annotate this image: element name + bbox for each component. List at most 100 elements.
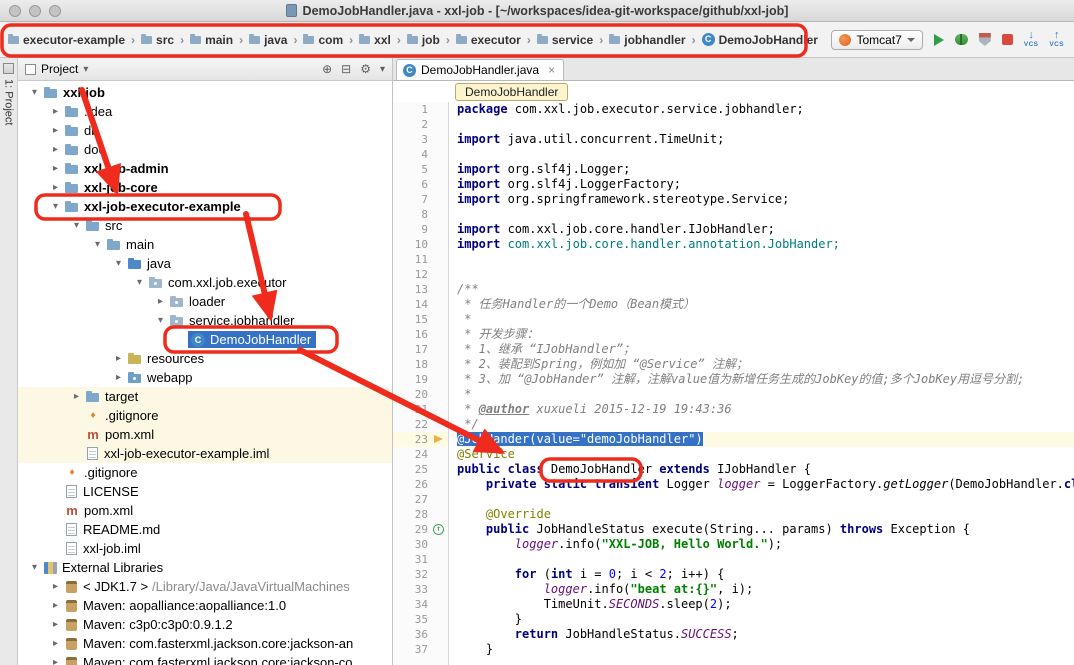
chevron-down-icon[interactable]: ▾	[380, 64, 385, 75]
code-line[interactable]: * @author xuxueli 2015-12-19 19:43:36	[457, 402, 1074, 417]
expand-arrow-icon[interactable]: ▾	[28, 87, 41, 98]
expand-arrow-icon[interactable]: ▸	[112, 372, 125, 383]
tree-row[interactable]: CDemoJobHandler	[18, 330, 392, 349]
expand-arrow-icon[interactable]: ▸	[154, 296, 167, 307]
code-line[interactable]: import com.xxl.job.core.handler.annotati…	[457, 237, 1074, 252]
structure-breadcrumb-chip[interactable]: DemoJobHandler	[455, 83, 568, 101]
code-line[interactable]: * 任务Handler的一个Demo（Bean模式）	[457, 297, 1074, 312]
breadcrumb-item[interactable]: service	[533, 31, 597, 49]
tree-row[interactable]: ▾src	[18, 216, 392, 235]
code-lines[interactable]: package com.xxl.job.executor.service.job…	[449, 102, 1074, 665]
code-line[interactable]: package com.xxl.job.executor.service.job…	[457, 102, 1074, 117]
bookmark-icon[interactable]	[434, 435, 443, 443]
code-line[interactable]: for (int i = 0; i < 2; i++) {	[457, 567, 1074, 582]
expand-arrow-icon[interactable]: ▾	[70, 220, 83, 231]
breadcrumb-item[interactable]: executor-example	[4, 31, 129, 49]
tree-row[interactable]: ▸Maven: com.fasterxml.jackson.core:jacks…	[18, 653, 392, 665]
code-line[interactable]	[457, 117, 1074, 132]
expand-arrow-icon[interactable]: ▸	[70, 391, 83, 402]
code-line[interactable]: import org.slf4j.LoggerFactory;	[457, 177, 1074, 192]
breadcrumb-item[interactable]: com	[299, 31, 347, 49]
tree-row[interactable]: mpom.xml	[18, 425, 392, 444]
code-line[interactable]	[457, 267, 1074, 282]
tree-row[interactable]: ▸< JDK1.7 > /Library/Java/JavaVirtualMac…	[18, 577, 392, 596]
code-line[interactable]	[457, 252, 1074, 267]
tree-row[interactable]: ♦.gitignore	[18, 463, 392, 482]
tree-row[interactable]: ▸.idea	[18, 102, 392, 121]
tree-row[interactable]: ▸db	[18, 121, 392, 140]
tree-row[interactable]: xxl-job-executor-example.iml	[18, 444, 392, 463]
expand-arrow-icon[interactable]: ▸	[49, 638, 62, 649]
close-window-button[interactable]	[9, 5, 21, 17]
expand-arrow-icon[interactable]: ▸	[49, 144, 62, 155]
code-line[interactable]: logger.info("beat at:{}", i);	[457, 582, 1074, 597]
code-line[interactable]: *	[457, 387, 1074, 402]
code-line[interactable]: @JobHander(value="demoJobHandler")	[457, 432, 1074, 447]
code-line[interactable]: public class DemoJobHandler extends IJob…	[457, 462, 1074, 477]
tree-row[interactable]: xxl-job.iml	[18, 539, 392, 558]
tree-row[interactable]: ♦.gitignore	[18, 406, 392, 425]
stop-button[interactable]	[1002, 34, 1013, 45]
expand-arrow-icon[interactable]: ▾	[154, 315, 167, 326]
expand-arrow-icon[interactable]: ▾	[133, 277, 146, 288]
code-line[interactable]: * 1、继承 “IJobHandler”；	[457, 342, 1074, 357]
breadcrumb-item[interactable]: src	[137, 31, 178, 49]
coverage-button[interactable]	[979, 33, 991, 46]
breadcrumb-item[interactable]: CDemoJobHandler	[698, 31, 822, 49]
chevron-down-icon[interactable]: ▾	[83, 64, 88, 75]
tree-row[interactable]: ▾xxl-job	[18, 83, 392, 102]
code-line[interactable]: public JobHandleStatus execute(String...…	[457, 522, 1074, 537]
expand-arrow-icon[interactable]: ▾	[49, 201, 62, 212]
zoom-window-button[interactable]	[49, 5, 61, 17]
close-icon[interactable]: ×	[548, 64, 555, 76]
vcs-commit-button[interactable]: ↑ VCS	[1049, 30, 1064, 49]
tree-row[interactable]: ▸xxl-job-admin	[18, 159, 392, 178]
minimize-window-button[interactable]	[29, 5, 41, 17]
code-line[interactable]: logger.info("XXL-JOB, Hello World.");	[457, 537, 1074, 552]
locate-icon[interactable]: ⊕	[322, 62, 332, 76]
code-line[interactable]: }	[457, 642, 1074, 657]
override-icon[interactable]: ↑	[433, 524, 444, 535]
code-line[interactable]	[457, 147, 1074, 162]
expand-arrow-icon[interactable]: ▸	[49, 125, 62, 136]
expand-arrow-icon[interactable]: ▸	[112, 353, 125, 364]
tree-row[interactable]: ▾main	[18, 235, 392, 254]
expand-arrow-icon[interactable]: ▾	[28, 562, 41, 573]
tree-row[interactable]: ▸xxl-job-core	[18, 178, 392, 197]
code-line[interactable]: private static transient Logger logger =…	[457, 477, 1074, 492]
expand-arrow-icon[interactable]: ▸	[49, 163, 62, 174]
tree-row[interactable]: ▸webapp	[18, 368, 392, 387]
editor-tab[interactable]: C DemoJobHandler.java ×	[396, 59, 564, 80]
tree-row[interactable]: ▾com.xxl.job.executor	[18, 273, 392, 292]
breadcrumb-item[interactable]: jobhandler	[605, 31, 689, 49]
expand-arrow-icon[interactable]: ▾	[112, 258, 125, 269]
code-line[interactable]: */	[457, 417, 1074, 432]
code-line[interactable]	[457, 207, 1074, 222]
vcs-update-button[interactable]: ↓ VCS	[1024, 30, 1039, 49]
expand-arrow-icon[interactable]: ▸	[49, 182, 62, 193]
code-line[interactable]: import java.util.concurrent.TimeUnit;	[457, 132, 1074, 147]
tree-row[interactable]: mpom.xml	[18, 501, 392, 520]
tree-row[interactable]: README.md	[18, 520, 392, 539]
code-line[interactable]: TimeUnit.SECONDS.sleep(2);	[457, 597, 1074, 612]
code-line[interactable]: * 2、装配到Spring，例如加 “@Service” 注解；	[457, 357, 1074, 372]
tree-row[interactable]: ▸Maven: com.fasterxml.jackson.core:jacks…	[18, 634, 392, 653]
expand-arrow-icon[interactable]: ▸	[49, 600, 62, 611]
breadcrumb-item[interactable]: java	[245, 31, 291, 49]
expand-arrow-icon[interactable]: ▸	[49, 619, 62, 630]
tree-row[interactable]: ▸Maven: aopalliance:aopalliance:1.0	[18, 596, 392, 615]
tree-row[interactable]: ▸Maven: c3p0:c3p0:0.9.1.2	[18, 615, 392, 634]
breadcrumb-item[interactable]: main	[186, 31, 237, 49]
expand-arrow-icon[interactable]: ▸	[49, 657, 62, 665]
run-configuration-select[interactable]: Tomcat7	[831, 30, 922, 50]
code-line[interactable]: @Override	[457, 507, 1074, 522]
run-button[interactable]	[934, 34, 944, 46]
expand-arrow-icon[interactable]: ▸	[49, 581, 62, 592]
breadcrumb-item[interactable]: executor	[452, 31, 525, 49]
code-line[interactable]	[457, 492, 1074, 507]
code-line[interactable]: import com.xxl.job.core.handler.IJobHand…	[457, 222, 1074, 237]
project-panel-title[interactable]: Project	[41, 62, 78, 76]
tree-row[interactable]: ▸resources	[18, 349, 392, 368]
tree-row[interactable]: ▸target	[18, 387, 392, 406]
expand-arrow-icon[interactable]: ▸	[49, 106, 62, 117]
